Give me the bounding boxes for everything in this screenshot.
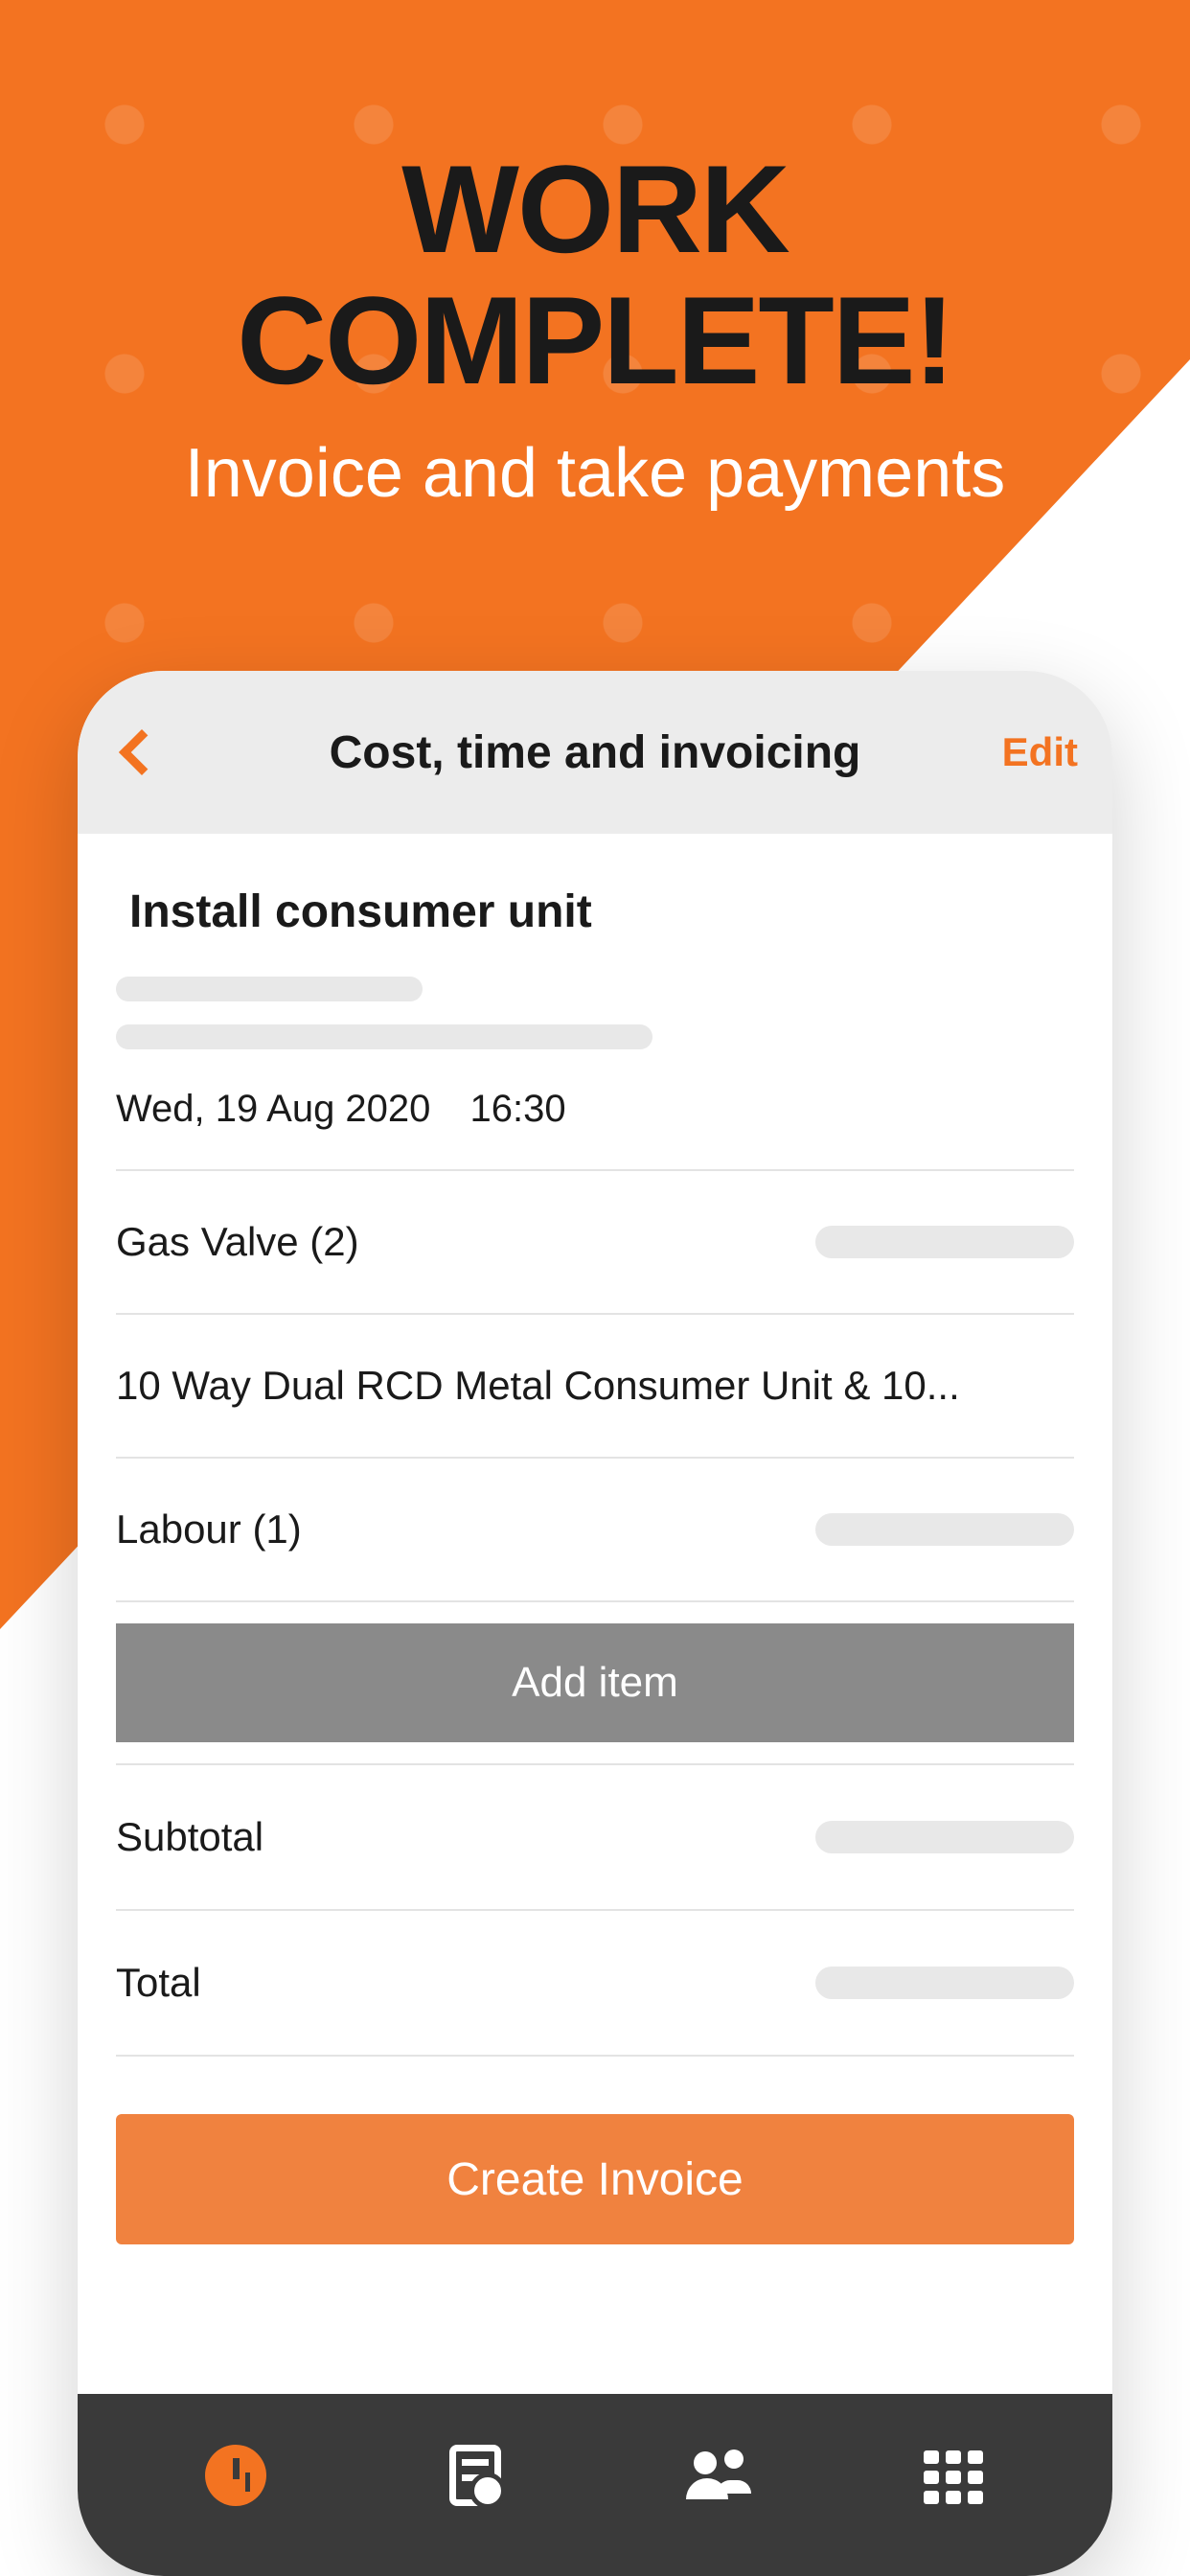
tab-invoices[interactable] — [441, 2441, 510, 2510]
line-item[interactable]: Labour (1) — [116, 1459, 1074, 1600]
back-button[interactable] — [119, 729, 165, 775]
promo-title-line1: WORK — [401, 139, 789, 279]
line-item-label: Labour (1) — [116, 1506, 815, 1552]
line-item-amount-placeholder — [815, 1513, 1074, 1546]
add-item-button[interactable]: Add item — [116, 1623, 1074, 1742]
total-label: Total — [116, 1960, 201, 2006]
tab-customers[interactable] — [680, 2441, 749, 2510]
placeholder-line — [116, 977, 423, 1001]
placeholder-line — [116, 1024, 652, 1049]
total-amount-placeholder — [815, 1966, 1074, 1999]
clock-icon — [205, 2445, 266, 2506]
content-area: Install consumer unit Wed, 19 Aug 2020 1… — [78, 834, 1112, 2394]
people-icon — [680, 2451, 749, 2499]
line-item-label: Gas Valve (2) — [116, 1219, 815, 1265]
job-datetime: Wed, 19 Aug 2020 16:30 — [116, 1088, 1074, 1169]
header-title: Cost, time and invoicing — [78, 726, 1112, 779]
job-title: Install consumer unit — [129, 886, 1074, 938]
subtotal-row: Subtotal — [116, 1765, 1074, 1909]
total-row: Total — [116, 1911, 1074, 2055]
bottom-tab-bar — [78, 2394, 1112, 2576]
line-item-label: 10 Way Dual RCD Metal Consumer Unit & 10… — [116, 1363, 1074, 1409]
line-item[interactable]: Gas Valve (2) — [116, 1171, 1074, 1313]
promo-subtitle: Invoice and take payments — [0, 434, 1190, 513]
grid-icon — [924, 2450, 985, 2500]
job-date: Wed, 19 Aug 2020 — [116, 1088, 430, 1130]
phone-frame: Cost, time and invoicing Edit Install co… — [78, 671, 1112, 2576]
promo-title: WORK COMPLETE! — [0, 144, 1190, 405]
divider — [116, 1600, 1074, 1602]
job-time: 16:30 — [470, 1088, 566, 1130]
line-item-amount-placeholder — [815, 1226, 1074, 1258]
subtotal-label: Subtotal — [116, 1814, 263, 1860]
line-item[interactable]: 10 Way Dual RCD Metal Consumer Unit & 10… — [116, 1315, 1074, 1457]
divider — [116, 2055, 1074, 2057]
promo-hero: WORK COMPLETE! Invoice and take payments — [0, 144, 1190, 513]
tab-schedule[interactable] — [201, 2441, 270, 2510]
create-invoice-button[interactable]: Create Invoice — [116, 2114, 1074, 2244]
tab-more[interactable] — [920, 2441, 989, 2510]
edit-button[interactable]: Edit — [1002, 729, 1078, 775]
subtotal-amount-placeholder — [815, 1821, 1074, 1853]
calculator-icon — [449, 2445, 501, 2506]
app-header: Cost, time and invoicing Edit — [78, 671, 1112, 834]
promo-title-line2: COMPLETE! — [237, 270, 953, 410]
